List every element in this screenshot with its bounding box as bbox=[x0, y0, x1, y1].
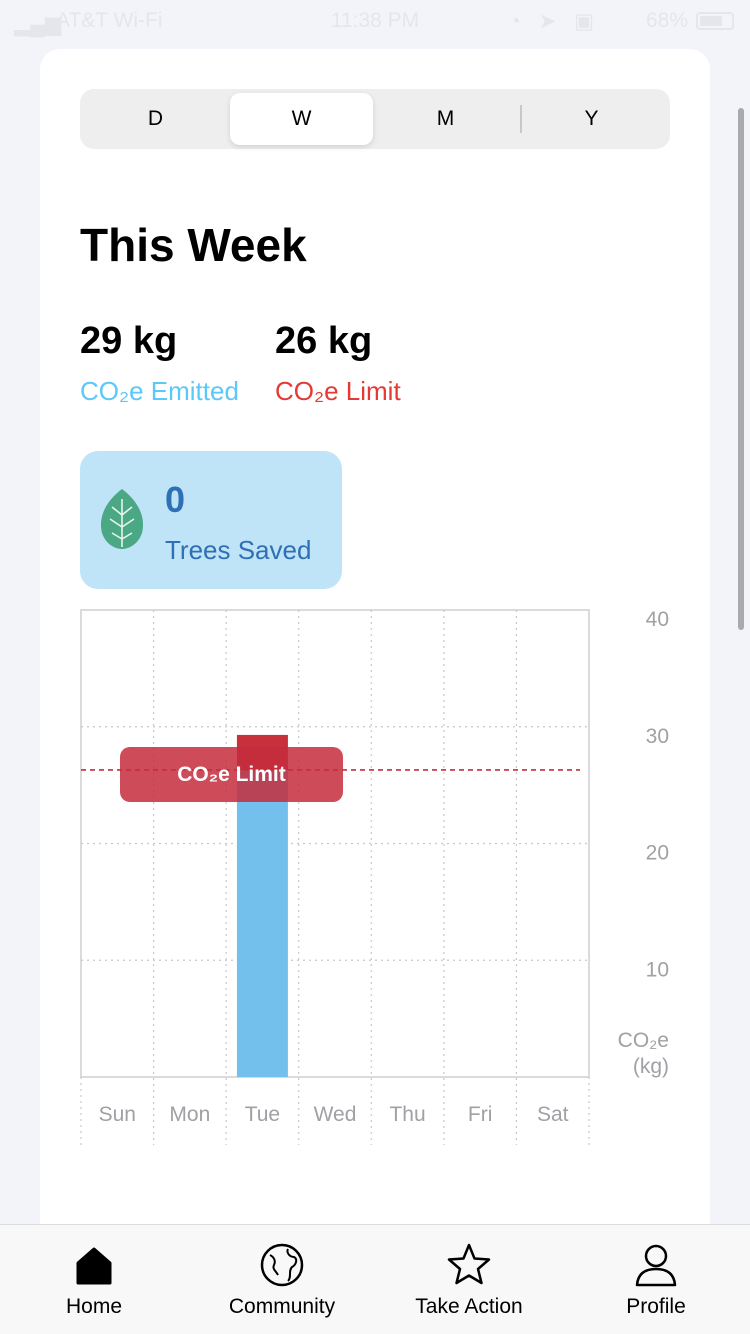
tab-profile[interactable]: Profile bbox=[562, 1225, 750, 1334]
tab-bar: Home Community Take Action Profile bbox=[0, 1224, 750, 1334]
scrollbar[interactable] bbox=[738, 108, 744, 630]
limit-label: CO₂e Limit bbox=[275, 376, 401, 406]
leaf-icon bbox=[100, 489, 144, 549]
trees-count: 0 bbox=[165, 479, 186, 520]
tab-take-action-label: Take Action bbox=[415, 1295, 523, 1318]
segment-week[interactable]: W bbox=[230, 93, 373, 145]
trees-label: Trees Saved bbox=[165, 535, 312, 565]
tab-home-label: Home bbox=[65, 1295, 123, 1318]
status-bar: ▂▄▆ AT&T Wi-Fi 11:38 PM ◔ ➤ ▣ 68% bbox=[0, 0, 750, 44]
page-title: This Week bbox=[80, 219, 307, 271]
segment-year[interactable]: Y bbox=[520, 93, 663, 145]
app-screen: ▂▄▆ AT&T Wi-Fi 11:38 PM ◔ ➤ ▣ 68% D W M … bbox=[0, 0, 750, 1334]
tab-take-action[interactable]: Take Action bbox=[375, 1225, 563, 1334]
battery-percent: 68% bbox=[645, 9, 688, 32]
tab-home[interactable]: Home bbox=[0, 1225, 188, 1334]
tab-profile-label: Profile bbox=[626, 1295, 686, 1318]
battery-icon bbox=[696, 12, 734, 30]
period-segmented-control: D W M Y bbox=[80, 89, 670, 149]
segment-month[interactable]: M bbox=[374, 93, 517, 145]
status-icons: ◔ ➤ ▣ bbox=[508, 10, 600, 33]
trees-saved-card[interactable]: 0 Trees Saved bbox=[80, 451, 342, 589]
house-icon bbox=[76, 1247, 112, 1285]
tab-community[interactable]: Community bbox=[188, 1225, 376, 1334]
tab-community-label: Community bbox=[228, 1295, 336, 1318]
emitted-label: CO₂e Emitted bbox=[80, 376, 239, 406]
star-icon bbox=[447, 1243, 491, 1285]
status-time: 11:38 PM bbox=[330, 9, 420, 32]
emitted-value: 29 kg bbox=[80, 320, 178, 362]
limit-pill: CO₂e Limit bbox=[120, 747, 343, 802]
globe-icon bbox=[260, 1243, 304, 1287]
limit-value: 26 kg bbox=[275, 320, 373, 362]
person-icon bbox=[635, 1244, 677, 1287]
segment-day[interactable]: D bbox=[84, 93, 227, 145]
